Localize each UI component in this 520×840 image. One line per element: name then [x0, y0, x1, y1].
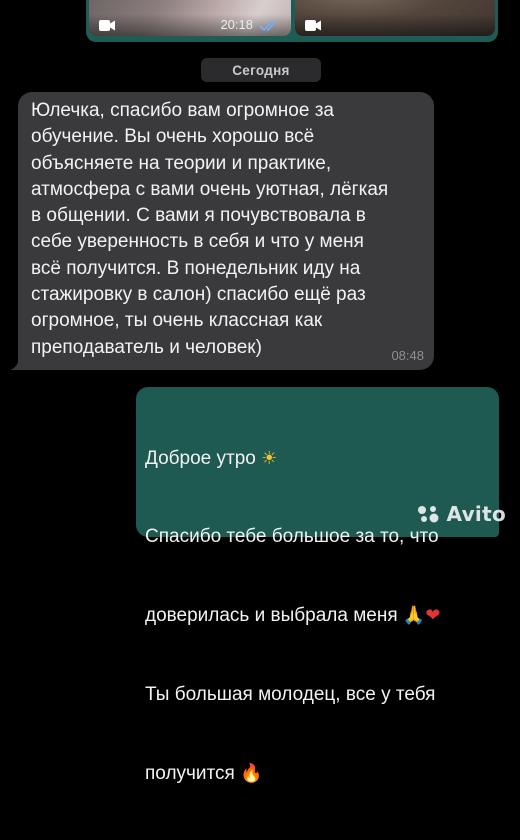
double-check-icon [259, 20, 277, 32]
video-icon [305, 20, 321, 31]
bubble-tail [10, 354, 26, 370]
thumbnail-shade [295, 14, 495, 36]
message-line: получится 🔥 [145, 761, 489, 787]
message-time: 08:48 [391, 348, 424, 363]
avito-dots-logo [417, 506, 439, 523]
message-line-text: доверилась и выбрала меня [145, 605, 398, 627]
message-line: Доброе утро ☀ [145, 446, 489, 472]
message-line-text: Доброе утро [145, 447, 256, 469]
message-line: доверилась и выбрала меня 🙏❤ [145, 603, 489, 629]
message-line: Спасибо тебе большое за то, что [145, 526, 439, 548]
praying-hands-emoji-icon: 🙏 [402, 605, 426, 627]
video-icon [99, 20, 115, 31]
incoming-message-text: Юлечка, спасибо вам огромное за обучение… [31, 100, 389, 358]
fire-emoji-icon: 🔥 [240, 763, 263, 785]
message-line: Ты большая молодец, все у тебя [145, 684, 436, 706]
avito-watermark: Avito [415, 502, 506, 526]
message-time: 20:18 [220, 17, 253, 32]
media-message-bubble[interactable]: 20:18 [86, 0, 498, 42]
date-separator: Сегодня [201, 58, 321, 82]
heart-emoji-icon: ❤ [425, 605, 441, 627]
message-line-text: получится [145, 763, 235, 785]
video-thumbnail-left[interactable]: 20:18 [89, 0, 291, 36]
outgoing-message-text: Доброе утро ☀ Спасибо тебе большое за то… [145, 393, 489, 840]
sun-emoji-icon: ☀ [261, 447, 278, 469]
video-thumbnail-right[interactable] [295, 0, 495, 36]
avito-wordmark: Avito [446, 502, 506, 526]
incoming-message-bubble[interactable]: Юлечка, спасибо вам огромное за обучение… [10, 92, 434, 370]
